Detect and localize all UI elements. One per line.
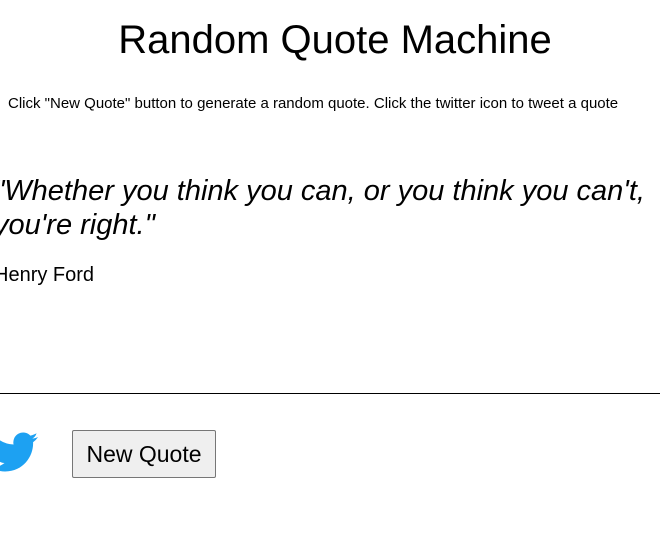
quote-machine-page: Random Quote Machine Click "New Quote" b…: [0, 0, 660, 560]
divider: [0, 393, 660, 394]
tweet-quote-link[interactable]: [0, 428, 40, 476]
quote-text: "Whether you think you can, or you think…: [0, 175, 645, 241]
new-quote-button[interactable]: New Quote: [72, 430, 216, 478]
page-title: Random Quote Machine: [118, 18, 552, 62]
twitter-bird-icon: [0, 432, 38, 472]
instructions-text: Click "New Quote" button to generate a r…: [8, 95, 619, 112]
quote-author: Henry Ford: [0, 264, 95, 286]
